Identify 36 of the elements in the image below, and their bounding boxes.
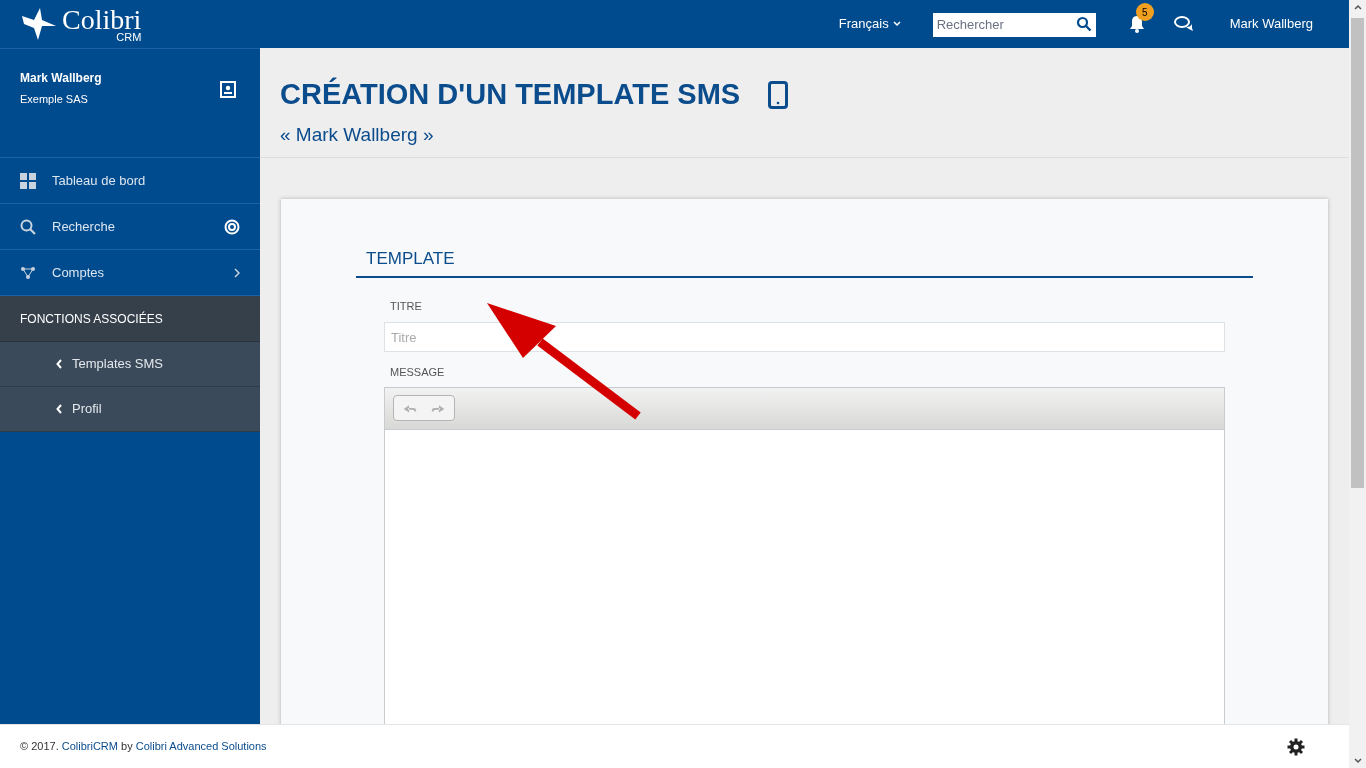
contact-card-icon[interactable] bbox=[220, 81, 236, 98]
sub-nav-item[interactable]: Templates SMS bbox=[0, 342, 260, 387]
user-name[interactable]: Mark Wallberg bbox=[1229, 14, 1313, 34]
chevron-left-icon bbox=[56, 404, 62, 414]
target-icon[interactable] bbox=[224, 218, 240, 235]
bell-icon[interactable] bbox=[1127, 15, 1146, 33]
grid-icon bbox=[20, 172, 36, 189]
company-name: Exemple SAS bbox=[20, 92, 89, 107]
search-icon bbox=[20, 218, 36, 235]
logo-text[interactable]: Colibri bbox=[62, 5, 142, 34]
chevron-right-icon bbox=[234, 267, 240, 278]
page-subtitle[interactable]: « Mark Wallberg » bbox=[280, 121, 1349, 150]
chevron-left-icon bbox=[56, 359, 62, 369]
footer-link[interactable]: Colibri Advanced Solutions bbox=[135, 740, 267, 753]
search-field[interactable]: Rechercher bbox=[932, 12, 1096, 37]
logo-subtitle: CRM bbox=[116, 31, 142, 43]
notification-badge: 5 bbox=[1135, 3, 1154, 21]
search-icon bbox=[1075, 16, 1092, 32]
scrollbar-thumb[interactable] bbox=[1351, 18, 1364, 488]
user-name: Mark Wallberg bbox=[20, 70, 102, 87]
footer-link[interactable]: ColibriCRM bbox=[61, 740, 118, 753]
settings-icon[interactable] bbox=[1287, 737, 1305, 756]
section-title: TEMPLATE bbox=[366, 249, 455, 268]
mobile-phone-icon bbox=[768, 80, 789, 109]
copyright-text: © 2017. ColibriCRM by Colibri Advanced Solutions bbox=[20, 739, 267, 755]
section-header: FONCTIONS ASSOCIÉES bbox=[0, 296, 260, 342]
field-label: TITRE bbox=[389, 298, 423, 314]
chevron-down-icon bbox=[892, 21, 901, 27]
nav-item[interactable]: Recherche bbox=[0, 204, 260, 250]
nav-item[interactable]: Tableau de bord bbox=[0, 158, 260, 204]
title-input[interactable]: Titre bbox=[384, 322, 1225, 352]
sub-nav-item[interactable]: Profil bbox=[0, 387, 260, 432]
field-label: MESSAGE bbox=[389, 365, 446, 380]
network-icon bbox=[20, 265, 36, 280]
language-selector[interactable]: Français bbox=[838, 14, 901, 34]
chat-bubbles-icon[interactable] bbox=[1173, 15, 1194, 33]
